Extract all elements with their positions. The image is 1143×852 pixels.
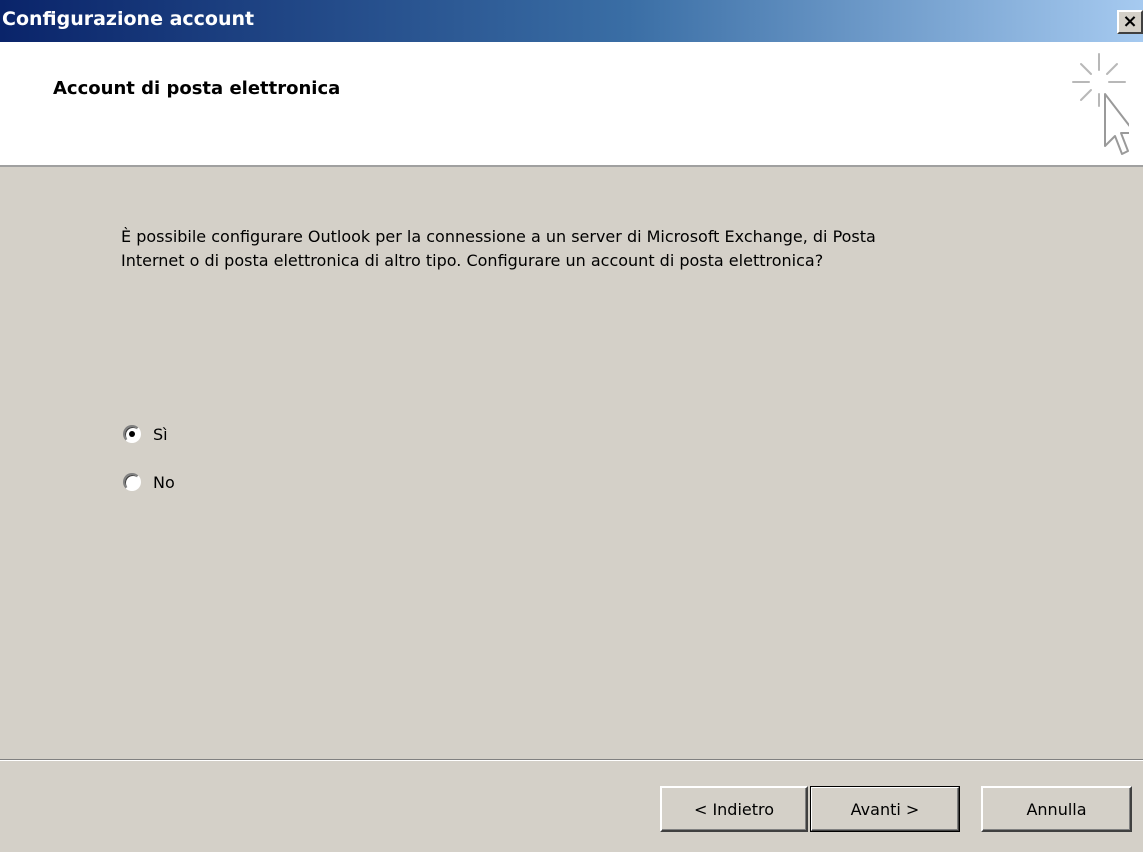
title-bar[interactable]: Configurazione account × xyxy=(0,0,1143,42)
description-text: È possibile configurare Outlook per la c… xyxy=(121,227,876,270)
wizard-sparkle-cursor-icon xyxy=(1072,53,1129,155)
account-setup-dialog: Configurazione account × Account di post… xyxy=(0,0,1143,852)
footer-separator xyxy=(0,759,1143,761)
wizard-header: Account di posta elettronica xyxy=(0,42,1143,167)
radio-label-no[interactable]: No xyxy=(153,473,175,492)
radio-button-yes[interactable] xyxy=(123,425,141,443)
radio-label-yes[interactable]: Sì xyxy=(153,425,168,444)
close-button[interactable]: × xyxy=(1117,10,1143,34)
radio-option-yes[interactable]: Sì xyxy=(123,422,168,446)
wizard-body: È possibile configurare Outlook per la c… xyxy=(0,167,1143,759)
page-title: Account di posta elettronica xyxy=(53,78,341,99)
radio-button-no[interactable] xyxy=(123,473,141,491)
cancel-button[interactable]: Annulla xyxy=(981,786,1132,832)
window-title: Configurazione account xyxy=(2,8,255,30)
back-button[interactable]: < Indietro xyxy=(660,786,808,832)
next-button[interactable]: Avanti > xyxy=(810,786,960,832)
radio-option-no[interactable]: No xyxy=(123,470,175,494)
close-icon: × xyxy=(1122,11,1138,32)
